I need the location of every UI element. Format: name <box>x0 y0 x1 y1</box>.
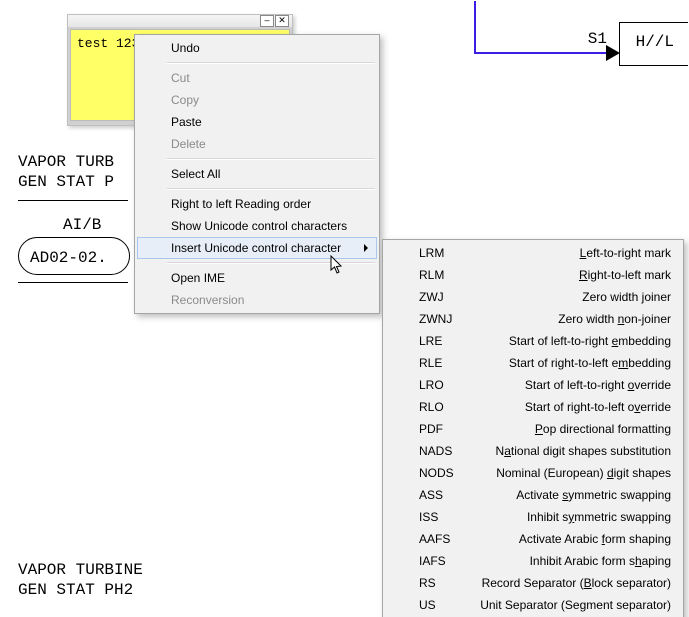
submenu-item-code: IAFS <box>419 553 467 569</box>
submenu-item-nods[interactable]: NODSNominal (European) digit shapes <box>385 462 681 484</box>
submenu-item-iafs[interactable]: IAFSInhibit Arabic form shaping <box>385 550 681 572</box>
menu-select-all[interactable]: Select All <box>137 163 377 185</box>
submenu-item-desc: Start of left-to-right embedding <box>467 333 671 349</box>
submenu-arrow-icon <box>364 244 368 252</box>
bg-label-vapor-turb: VAPOR TURB GEN STAT P <box>18 152 114 192</box>
submenu-item-code: US <box>419 597 467 613</box>
menu-copy[interactable]: Copy <box>137 89 377 111</box>
menu-reconversion[interactable]: Reconversion <box>137 289 377 311</box>
menu-cut[interactable]: Cut <box>137 67 377 89</box>
submenu-item-desc: Start of left-to-right override <box>467 377 671 393</box>
menu-undo[interactable]: Undo <box>137 37 377 59</box>
menu-separator <box>167 62 375 64</box>
menu-separator <box>167 262 375 264</box>
submenu-item-code: ISS <box>419 509 467 525</box>
unicode-cc-submenu: LRMLeft-to-right markRLMRight-to-left ma… <box>382 239 684 617</box>
submenu-item-desc: Right-to-left mark <box>467 267 671 283</box>
submenu-item-desc: Start of right-to-left override <box>467 399 671 415</box>
menu-show-unicode-cc[interactable]: Show Unicode control characters <box>137 215 377 237</box>
submenu-item-code: ASS <box>419 487 467 503</box>
submenu-item-pdf[interactable]: PDFPop directional formatting <box>385 418 681 440</box>
submenu-item-code: ZWJ <box>419 289 467 305</box>
submenu-item-desc: Activate symmetric swapping <box>467 487 671 503</box>
submenu-item-desc: National digit shapes substitution <box>467 443 671 459</box>
submenu-item-nads[interactable]: NADSNational digit shapes substitution <box>385 440 681 462</box>
submenu-item-desc: Inhibit symmetric swapping <box>467 509 671 525</box>
submenu-item-desc: Zero width joiner <box>467 289 671 305</box>
submenu-item-rlm[interactable]: RLMRight-to-left mark <box>385 264 681 286</box>
submenu-item-lre[interactable]: LREStart of left-to-right embedding <box>385 330 681 352</box>
submenu-item-code: ZWNJ <box>419 311 467 327</box>
submenu-item-code: AAFS <box>419 531 467 547</box>
submenu-item-code: NODS <box>419 465 467 481</box>
submenu-item-iss[interactable]: ISSInhibit symmetric swapping <box>385 506 681 528</box>
submenu-item-code: PDF <box>419 421 467 437</box>
submenu-item-desc: Unit Separator (Segment separator) <box>467 597 671 613</box>
menu-delete[interactable]: Delete <box>137 133 377 155</box>
bg-wire <box>474 1 476 54</box>
submenu-item-desc: Left-to-right mark <box>467 245 671 261</box>
submenu-item-code: RLO <box>419 399 467 415</box>
menu-insert-unicode-cc[interactable]: Insert Unicode control character <box>137 237 377 259</box>
submenu-item-desc: Start of right-to-left embedding <box>467 355 671 371</box>
minimize-button[interactable]: – <box>260 15 274 27</box>
submenu-item-zwj[interactable]: ZWJZero width joiner <box>385 286 681 308</box>
menu-separator <box>167 158 375 160</box>
submenu-item-desc: Zero width non-joiner <box>467 311 671 327</box>
bg-label-ai: AI/B <box>63 216 101 234</box>
bg-label-s1: S1 <box>588 30 607 48</box>
context-menu: Undo Cut Copy Paste Delete Select All Ri… <box>134 34 380 314</box>
submenu-item-code: LRM <box>419 245 467 261</box>
submenu-item-code: LRE <box>419 333 467 349</box>
submenu-item-us[interactable]: USUnit Separator (Segment separator) <box>385 594 681 616</box>
submenu-item-lro[interactable]: LROStart of left-to-right override <box>385 374 681 396</box>
bg-node-label: AD02-02. <box>30 249 107 267</box>
submenu-item-code: LRO <box>419 377 467 393</box>
submenu-item-code: RLE <box>419 355 467 371</box>
bg-box-hl: H//L <box>619 22 688 66</box>
submenu-item-rs[interactable]: RSRecord Separator (Block separator) <box>385 572 681 594</box>
note-text-input[interactable]: test 123 <box>77 36 141 51</box>
submenu-item-rle[interactable]: RLEStart of right-to-left embedding <box>385 352 681 374</box>
submenu-item-desc: Activate Arabic form shaping <box>467 531 671 547</box>
bg-divider <box>18 282 128 283</box>
submenu-item-lrm[interactable]: LRMLeft-to-right mark <box>385 242 681 264</box>
submenu-item-desc: Record Separator (Block separator) <box>467 575 671 591</box>
submenu-item-aafs[interactable]: AAFSActivate Arabic form shaping <box>385 528 681 550</box>
menu-rtl-reading[interactable]: Right to left Reading order <box>137 193 377 215</box>
submenu-item-desc: Inhibit Arabic form shaping <box>467 553 671 569</box>
close-button[interactable]: ✕ <box>275 15 289 27</box>
bg-divider <box>18 200 128 201</box>
submenu-item-desc: Pop directional formatting <box>467 421 671 437</box>
bg-label-vapor-turbine: VAPOR TURBINE GEN STAT PH2 <box>18 560 143 600</box>
bg-wire <box>474 52 614 54</box>
menu-paste[interactable]: Paste <box>137 111 377 133</box>
menu-open-ime[interactable]: Open IME <box>137 267 377 289</box>
submenu-item-ass[interactable]: ASSActivate symmetric swapping <box>385 484 681 506</box>
submenu-item-zwnj[interactable]: ZWNJZero width non-joiner <box>385 308 681 330</box>
submenu-item-code: RLM <box>419 267 467 283</box>
submenu-item-desc: Nominal (European) digit shapes <box>467 465 671 481</box>
menu-separator <box>167 188 375 190</box>
note-titlebar[interactable]: – ✕ <box>68 15 292 27</box>
submenu-item-code: NADS <box>419 443 467 459</box>
submenu-item-rlo[interactable]: RLOStart of right-to-left override <box>385 396 681 418</box>
submenu-item-code: RS <box>419 575 467 591</box>
